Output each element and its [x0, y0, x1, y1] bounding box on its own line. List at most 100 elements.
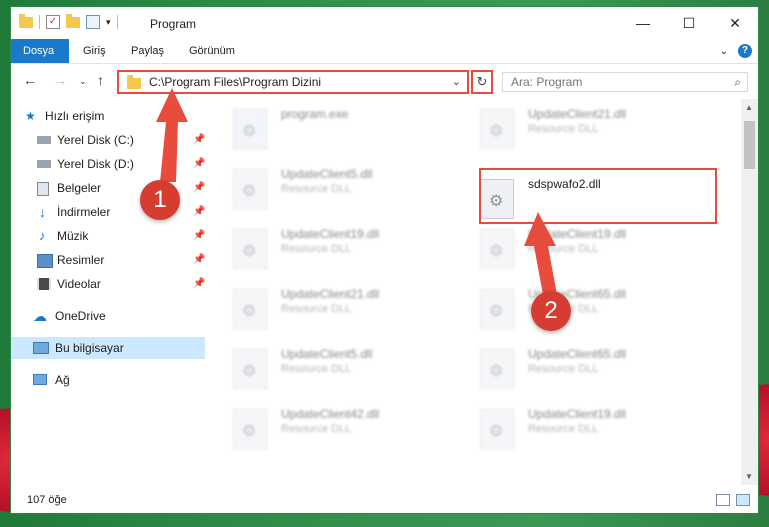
file-explorer-window: ✓ ▾ Program — ☐ ✕ Dosya Giriş Paylaş Gör… [10, 6, 759, 514]
file-name: UpdateClient19.dll [528, 227, 627, 241]
scroll-thumb[interactable] [744, 121, 755, 169]
customize-icon[interactable] [86, 15, 100, 29]
file-name: UpdateClient5.dll [281, 347, 373, 361]
drive-icon [37, 136, 51, 144]
dll-file-icon [480, 289, 514, 329]
sidebar-item-label: Yerel Disk (C:) [57, 133, 134, 147]
navigation-bar: ← → ⌄ ↑ C:\Program Files\Program Dizini … [11, 64, 758, 98]
dll-file-icon [480, 229, 514, 269]
pin-icon[interactable]: 📌 [193, 201, 205, 223]
sidebar-item-label: Hızlı erişim [45, 109, 105, 123]
file-name: UpdateClient19.dll [281, 227, 380, 241]
file-item[interactable]: program.exe [217, 99, 447, 153]
step-2-badge: 2 [531, 291, 571, 331]
large-icons-view-icon[interactable] [736, 494, 750, 506]
search-box[interactable]: ⌕ [502, 72, 748, 92]
file-item[interactable]: UpdateClient65.dll Resource DLL [464, 279, 694, 333]
dll-file-icon [233, 409, 267, 449]
network-icon [33, 374, 47, 385]
details-view-icon[interactable] [716, 494, 730, 506]
pictures-icon [37, 254, 53, 268]
sidebar-item-label: Bu bilgisayar [55, 341, 124, 355]
downloads-icon: ↓ [39, 204, 46, 220]
sidebar-item-this-pc[interactable]: Bu bilgisayar [11, 337, 205, 359]
file-item[interactable]: UpdateClient21.dll Resource DLL [217, 279, 447, 333]
navigation-pane: ★ Hızlı erişim Yerel Disk (C:) 📌 Yerel D… [11, 103, 207, 473]
file-item[interactable]: UpdateClient5.dll Resource DLL [217, 159, 447, 213]
pin-icon[interactable]: 📌 [193, 273, 205, 295]
quick-access-toolbar: ✓ ▾ [19, 13, 118, 29]
maximize-button[interactable]: ☐ [666, 7, 712, 39]
vertical-scrollbar[interactable]: ▲ ▼ [741, 99, 758, 485]
minimize-button[interactable]: — [620, 7, 666, 39]
sidebar-item-label: İndirmeler [57, 205, 111, 219]
sidebar-item-quick-access[interactable]: ★ Hızlı erişim [11, 105, 205, 127]
help-icon[interactable]: ? [738, 44, 752, 58]
tab-view[interactable]: Görünüm [177, 39, 247, 63]
file-name: UpdateClient5.dll [281, 167, 373, 181]
sidebar-item-label: Videolar [57, 277, 101, 291]
pin-icon[interactable]: 📌 [193, 129, 205, 151]
file-item[interactable]: UpdateClient65.dll Resource DLL [464, 339, 694, 393]
file-item[interactable]: UpdateClient21.dll Resource DLL [464, 99, 694, 153]
sidebar-item-label: Yerel Disk (D:) [57, 157, 134, 171]
refresh-button[interactable]: ↻ [471, 70, 493, 94]
sidebar-item-label: Müzik [57, 229, 89, 243]
sidebar-item-onedrive[interactable]: ☁ OneDrive [11, 305, 205, 327]
file-type: Resource DLL [528, 363, 599, 375]
chevron-down-icon[interactable]: ⌄ [452, 75, 461, 88]
expand-ribbon-icon[interactable]: ⌄ [720, 46, 728, 57]
pin-icon[interactable]: 📌 [193, 249, 205, 271]
sidebar-item-music[interactable]: ♪ Müzik 📌 [11, 225, 205, 247]
target-file-highlight [479, 168, 717, 224]
properties-check-icon[interactable]: ✓ [46, 15, 60, 29]
file-name: UpdateClient65.dll [528, 347, 627, 361]
forward-arrow-icon[interactable]: → [53, 72, 67, 88]
tab-share[interactable]: Paylaş [119, 39, 176, 63]
sidebar-item-videos[interactable]: Videolar 📌 [11, 273, 205, 295]
scroll-down-icon[interactable]: ▼ [745, 472, 753, 481]
file-item[interactable]: UpdateClient19.dll Resource DLL [464, 219, 694, 273]
videos-icon [37, 278, 51, 290]
sidebar-item-pictures[interactable]: Resimler 📌 [11, 249, 205, 271]
folder-icon [19, 13, 33, 28]
file-item[interactable]: UpdateClient19.dll Resource DLL [464, 399, 694, 453]
pin-icon[interactable]: 📌 [193, 153, 205, 175]
status-bar: 107 öğe [11, 489, 758, 513]
pin-icon[interactable]: 📌 [193, 177, 205, 199]
sidebar-item-label: Resimler [57, 253, 105, 267]
exe-file-icon [233, 109, 267, 149]
file-item[interactable]: UpdateClient42.dll Resource DLL [217, 399, 447, 453]
file-type: Resource DLL [528, 423, 599, 435]
sidebar-item-local-disk-c[interactable]: Yerel Disk (C:) 📌 [11, 129, 205, 151]
file-item[interactable]: UpdateClient19.dll Resource DLL [217, 219, 447, 273]
sidebar-item-local-disk-d[interactable]: Yerel Disk (D:) 📌 [11, 153, 205, 175]
window-title: Program [150, 17, 197, 31]
sidebar-item-network[interactable]: Ağ [11, 369, 205, 391]
star-icon: ★ [25, 109, 36, 123]
dll-file-icon [233, 229, 267, 269]
file-type: Resource DLL [528, 243, 599, 255]
file-name: UpdateClient42.dll [281, 407, 380, 421]
tab-file[interactable]: Dosya [11, 39, 69, 63]
up-arrow-icon[interactable]: ↑ [97, 72, 104, 88]
music-icon: ♪ [39, 228, 46, 243]
file-type: Resource DLL [281, 183, 352, 195]
chevron-down-icon[interactable]: ▾ [106, 17, 111, 28]
address-bar[interactable]: C:\Program Files\Program Dizini ⌄ [117, 70, 469, 94]
new-folder-icon[interactable] [66, 13, 80, 28]
dll-file-icon [480, 349, 514, 389]
back-arrow-icon[interactable]: ← [23, 72, 37, 88]
item-count: 107 öğe [27, 494, 67, 506]
scroll-up-icon[interactable]: ▲ [745, 103, 753, 112]
pin-icon[interactable]: 📌 [193, 225, 205, 247]
tab-home[interactable]: Giriş [71, 39, 118, 63]
sidebar-item-label: Belgeler [57, 181, 102, 195]
search-input[interactable] [503, 73, 721, 91]
close-button[interactable]: ✕ [712, 7, 758, 39]
file-list: program.exe UpdateClient5.dll Resource D… [217, 99, 741, 477]
recent-locations-chevron-icon[interactable]: ⌄ [79, 76, 87, 87]
ribbon-tabs: Dosya Giriş Paylaş Görünüm ⌄ ? [11, 39, 758, 64]
folder-icon [127, 75, 141, 89]
file-item[interactable]: UpdateClient5.dll Resource DLL [217, 339, 447, 393]
